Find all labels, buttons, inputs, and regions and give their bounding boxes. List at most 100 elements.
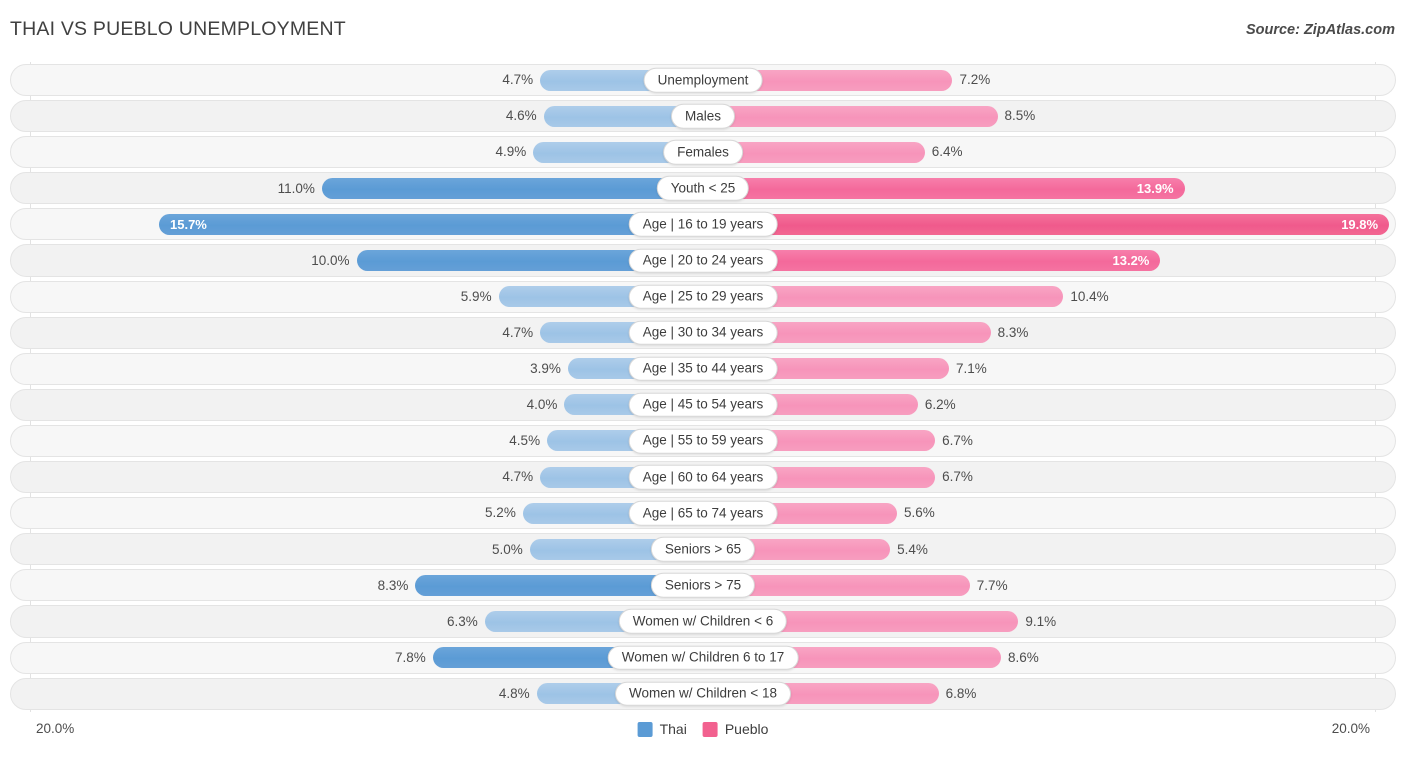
page-title: THAI VS PUEBLO UNEMPLOYMENT [10,18,346,40]
table-row[interactable]: 4.5% 6.7% Age | 55 to 59 years [10,423,1396,459]
bar-value-pueblo: 8.3% [997,324,1029,340]
bar-pueblo[interactable]: 13.9% [703,177,1185,199]
row-right-half: 6.7% [703,423,1396,459]
table-row[interactable]: 5.9% 10.4% Age | 25 to 29 years [10,279,1396,315]
row-left-half: 6.3% [10,603,703,639]
axis-max-left: 20.0% [36,721,75,736]
table-row[interactable]: 7.8% 8.6% Women w/ Children 6 to 17 [10,640,1396,676]
chart-legend: Thai Pueblo [637,721,769,737]
row-left-half: 10.0% [10,242,703,278]
bar-thai[interactable]: 15.7% [159,213,703,235]
row-left-half: 4.7% [10,459,703,495]
bar-value-thai: 5.9% [460,288,492,304]
chart-footer: 20.0% Thai Pueblo 20.0% [0,712,1406,757]
bar-value-pueblo: 7.2% [959,72,991,88]
row-right-half: 6.7% [703,459,1396,495]
bar-value-thai: 4.7% [502,324,534,340]
table-row[interactable]: 4.7% 8.3% Age | 30 to 34 years [10,315,1396,351]
bar-value-pueblo: 13.9% [1136,180,1174,196]
bar-thai[interactable] [321,177,703,199]
row-left-half: 4.7% [10,62,703,98]
bar-value-thai: 3.9% [530,361,561,377]
chart-plot-area: 4.7% 7.2% Unemployment 4.6% 8.5% Males 4.9% 6.4… [10,62,1396,712]
row-right-half: 8.5% [703,98,1396,134]
row-category-label: Age | 25 to 29 years [628,284,778,309]
row-left-half: 5.9% [10,279,703,315]
bar-value-thai: 4.6% [505,108,537,124]
row-category-label: Age | 60 to 64 years [628,464,778,490]
chart-rows: 4.7% 7.2% Unemployment 4.6% 8.5% Males 4.9% 6.4… [10,62,1396,712]
row-right-half: 8.6% [703,640,1396,676]
table-row[interactable]: 10.0% 13.2% Age | 20 to 24 years [10,242,1396,278]
table-row[interactable]: 11.0% 13.9% Youth < 25 [10,170,1396,206]
row-left-half: 4.8% [10,676,703,712]
row-right-half: 10.4% [703,279,1396,315]
row-category-label: Age | 30 to 34 years [628,320,778,345]
table-row[interactable]: 4.7% 6.7% Age | 60 to 64 years [10,459,1396,495]
bar-value-thai: 4.0% [526,397,558,413]
row-category-label: Age | 20 to 24 years [628,248,778,273]
bar-value-thai: 4.5% [509,433,541,449]
table-row[interactable]: 4.8% 6.8% Women w/ Children < 18 [10,676,1396,712]
row-left-half: 4.9% [10,134,703,170]
row-right-half: 6.2% [703,387,1396,423]
table-row[interactable]: 3.9% 7.1% Age | 35 to 44 years [10,351,1396,387]
row-left-half: 4.0% [10,387,703,423]
row-left-half: 11.0% [10,170,703,206]
legend-label: Thai [659,721,687,737]
legend-item[interactable]: Thai [637,721,687,737]
bar-value-thai: 5.2% [485,505,516,521]
row-category-label: Women w/ Children 6 to 17 [607,645,799,670]
bar-value-pueblo: 6.8% [945,685,977,701]
bar-value-thai: 8.3% [377,577,409,593]
bar-value-thai: 4.7% [502,72,534,88]
row-right-half: 5.4% [703,531,1396,567]
bar-value-pueblo: 5.6% [904,505,935,521]
legend-item[interactable]: Pueblo [702,721,769,737]
row-category-label: Youth < 25 [656,176,750,201]
table-row[interactable]: 4.9% 6.4% Females [10,134,1396,170]
row-category-label: Age | 55 to 59 years [628,428,778,454]
bar-value-pueblo: 13.2% [1112,253,1150,269]
row-right-half: 7.2% [703,62,1396,98]
bar-value-thai: 4.7% [502,469,534,485]
row-right-half: 6.4% [703,134,1396,170]
row-left-half: 5.0% [10,531,703,567]
table-row[interactable]: 15.7% 19.8% Age | 16 to 19 years [10,206,1396,242]
bar-value-pueblo: 9.1% [1025,613,1057,629]
bar-pueblo[interactable]: 19.8% [703,213,1390,235]
row-right-half: 6.8% [703,676,1396,712]
row-category-label: Age | 65 to 74 years [628,500,778,526]
bar-value-pueblo: 7.7% [976,577,1008,593]
row-category-label: Unemployment [643,67,763,93]
bar-value-thai: 15.7% [170,216,207,232]
row-left-half: 4.6% [10,98,703,134]
table-row[interactable]: 4.6% 8.5% Males [10,98,1396,134]
row-category-label: Seniors > 65 [650,537,756,562]
bar-value-pueblo: 6.7% [942,469,973,485]
table-row[interactable]: 5.0% 5.4% Seniors > 65 [10,531,1396,567]
row-right-half: 19.8% [703,206,1396,242]
table-row[interactable]: 5.2% 5.6% Age | 65 to 74 years [10,495,1396,531]
bar-value-pueblo: 8.6% [1007,649,1039,665]
row-category-label: Age | 45 to 54 years [628,392,778,418]
row-right-half: 5.6% [703,495,1396,531]
bar-value-pueblo: 6.4% [931,144,963,160]
bar-value-thai: 10.0% [311,252,350,268]
table-row[interactable]: 6.3% 9.1% Women w/ Children < 6 [10,603,1396,639]
row-category-label: Age | 35 to 44 years [628,356,778,382]
table-row[interactable]: 8.3% 7.7% Seniors > 75 [10,567,1396,603]
chart-header: THAI VS PUEBLO UNEMPLOYMENT Source: ZipA… [0,0,1406,62]
table-row[interactable]: 4.7% 7.2% Unemployment [10,62,1396,98]
row-right-half: 9.1% [703,603,1396,639]
axis-max-right: 20.0% [1331,721,1370,736]
table-row[interactable]: 4.0% 6.2% Age | 45 to 54 years [10,387,1396,423]
legend-label: Pueblo [724,721,769,737]
row-category-label: Males [670,103,736,129]
row-category-label: Females [663,139,743,165]
row-right-half: 7.7% [703,567,1396,603]
legend-swatch-icon [637,721,653,737]
bar-value-thai: 5.0% [491,541,523,557]
bar-pueblo[interactable] [703,105,998,127]
bar-value-pueblo: 10.4% [1070,288,1109,304]
